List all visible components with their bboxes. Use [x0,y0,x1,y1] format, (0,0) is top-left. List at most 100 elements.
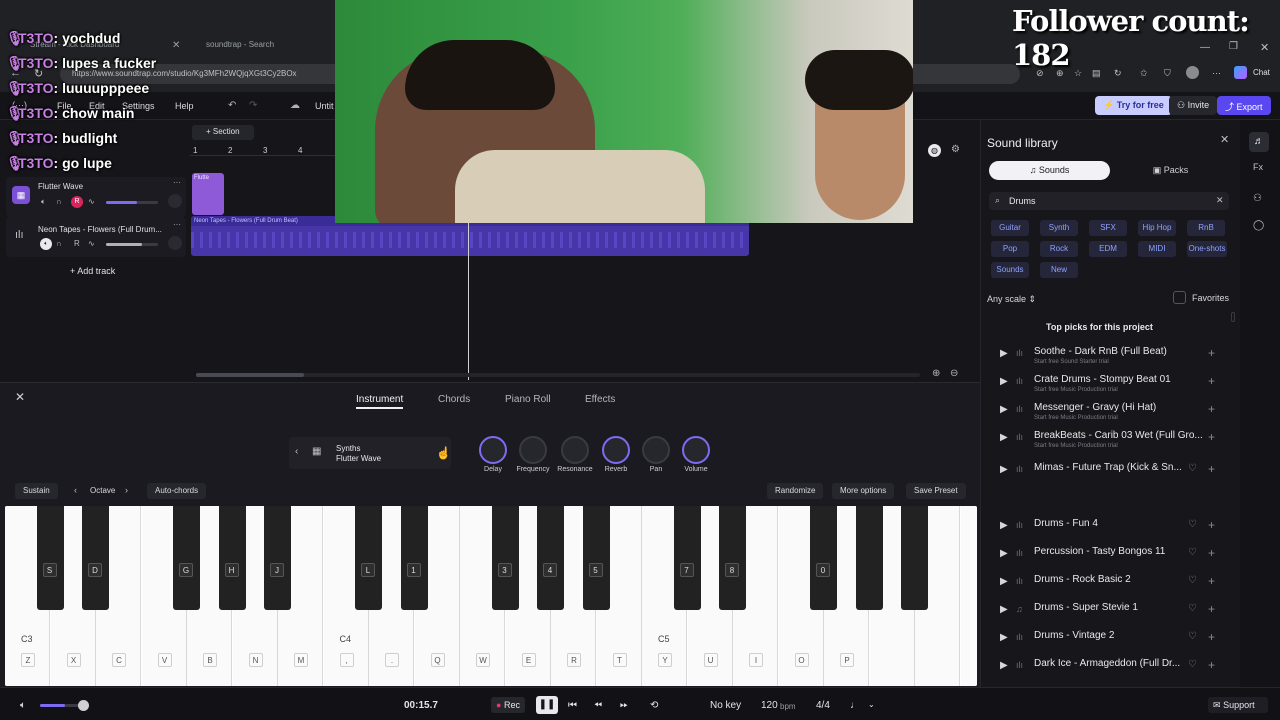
library-item[interactable]: ▶ ılı BreakBeats - Carib 03 Wet (Full Gro.… [995,429,1225,453]
track-settings-icon[interactable]: ⚙ [951,144,960,155]
chip-rock[interactable]: Rock [1040,241,1078,257]
chip-guitar[interactable]: Guitar [991,220,1029,236]
cloud-icon[interactable]: ☁ [290,100,300,111]
add-icon[interactable]: + [1208,630,1215,644]
undo-icon[interactable]: ↶ [228,100,236,111]
black-key[interactable]: G [173,506,200,610]
track-name[interactable]: Neon Tapes - Flowers (Full Drum... [38,225,162,234]
add-icon[interactable]: + [1208,430,1215,444]
tab-packs[interactable]: ▣ Packs [1110,161,1231,180]
master-volume-handle[interactable] [78,700,89,711]
menu-help[interactable]: Help [175,101,194,111]
black-key[interactable]: 3 [491,506,519,610]
time-signature[interactable]: 4/4 [816,700,830,711]
black-key[interactable]: D [82,506,109,610]
close-library-icon[interactable]: ✕ [1220,133,1229,146]
track-header-neon-tapes[interactable] [6,217,186,257]
heart-icon[interactable]: ♡ [1188,575,1197,586]
chip-edm[interactable]: EDM [1089,241,1127,257]
project-title[interactable]: Untit [315,101,334,111]
library-item[interactable]: ▶ ılı Dark Ice - Armageddon (Full Dr... ♡ + [995,657,1225,681]
zoom-in-icon[interactable]: ⊕ [932,368,940,379]
chevron-down-icon[interactable]: ⌄ [868,700,875,709]
piano-keyboard[interactable]: Z X C V B N M,. Q W E R T Y U I O P C3 C4 C5 S D G H J L 1 3 4 5 7 8 0 [5,506,977,686]
black-key[interactable] [901,506,928,610]
play-icon[interactable]: ▶ [1000,632,1008,643]
add-icon[interactable]: + [1208,602,1215,616]
chip-hiphop[interactable]: Hip Hop [1138,220,1176,236]
play-icon[interactable]: ▶ [1000,376,1008,387]
black-key[interactable]: 4 [537,506,564,610]
chip-pop[interactable]: Pop [991,241,1029,257]
sound-library-icon[interactable]: ♬ [1249,132,1269,152]
add-icon[interactable]: + [1208,346,1215,360]
save-preset-button[interactable]: Save Preset [906,483,966,499]
tab-chords[interactable]: Chords [438,394,470,405]
track-name[interactable]: Flutter Wave [38,182,83,191]
play-icon[interactable]: ▶ [1000,520,1008,531]
black-key[interactable]: 7 [673,506,701,610]
chip-midi[interactable]: MIDI [1138,241,1176,257]
library-item[interactable]: ▶ ılı Drums - Rock Basic 2 ♡ + [995,573,1225,597]
preset-selector[interactable]: ‹ ▦ Synths Flutter Wave [289,437,451,469]
octave-down-icon[interactable]: ‹ [74,485,77,495]
resonance-knob[interactable] [561,436,589,464]
black-key[interactable]: 1 [400,506,428,610]
automation-icon[interactable]: ∿ [88,239,95,248]
mute-icon[interactable]: 🔈︎ [40,238,52,250]
library-item[interactable]: ▶ ılı Messenger - Gravy (Hi Hat) Start free… [995,401,1225,425]
add-icon[interactable]: + [1208,546,1215,560]
add-icon[interactable]: + [1208,518,1215,532]
play-icon[interactable]: ▶ [1000,576,1008,587]
tab-effects[interactable]: Effects [585,394,615,405]
octave-up-icon[interactable]: › [125,485,128,495]
black-key[interactable]: 8 [719,506,746,610]
headphones-icon[interactable]: ∩ [56,197,62,206]
favorites-checkbox[interactable] [1173,291,1186,304]
redo-icon[interactable]: ↷ [249,100,257,111]
comments-icon[interactable]: ◯ [1253,220,1264,231]
heart-icon[interactable]: ♡ [1188,603,1197,614]
tab-piano-roll[interactable]: Piano Roll [505,394,551,405]
fast-forward-icon[interactable]: ⏩︎ [620,700,628,711]
black-key[interactable]: 5 [582,506,610,610]
headphones-icon[interactable]: ∩ [56,239,62,248]
black-key[interactable]: 0 [810,506,837,610]
sustain-button[interactable]: Sustain [15,483,58,499]
play-icon[interactable]: ▶ [1000,604,1008,615]
library-scrollbar[interactable] [1231,312,1235,322]
skip-to-start-icon[interactable]: ⏮︎ [568,700,577,711]
more-options-button[interactable]: More options [832,483,895,499]
library-item[interactable]: ▶ ♫ Drums - Super Stevie 1 ♡ + [995,601,1225,625]
scale-select[interactable]: Any scale ⇕ [987,294,1036,305]
track-header-flutter-wave[interactable] [6,177,186,217]
chip-rnb[interactable]: RnB [1187,220,1225,236]
chip-synth[interactable]: Synth [1040,220,1078,236]
tab-sounds[interactable]: ♫ Sounds [989,161,1110,180]
black-key[interactable]: J [264,506,291,610]
play-icon[interactable]: ▶ [1000,660,1008,671]
play-icon[interactable]: ▶ [1000,404,1008,415]
automation-icon[interactable]: ∿ [88,197,95,206]
loop-icon[interactable]: ⟲ [650,700,658,711]
library-item[interactable]: ▶ ılı Drums - Vintage 2 ♡ + [995,629,1225,653]
black-key[interactable] [855,506,883,610]
search-input[interactable]: ⌕ Drums ✕ [989,192,1229,210]
add-icon[interactable]: + [1208,574,1215,588]
mute-icon[interactable]: 🔈︎ [41,197,46,207]
heart-icon[interactable]: ♡ [1188,631,1197,642]
library-item[interactable]: ▶ ılı Crate Drums - Stompy Beat 01 Start fr… [995,373,1225,397]
close-panel-icon[interactable]: ✕ [15,390,25,404]
add-icon[interactable]: + [1208,462,1215,476]
play-icon[interactable]: ▶ [1000,464,1008,475]
invite-button[interactable]: ⚇ Invite [1169,96,1218,115]
pan-knob[interactable] [642,436,670,464]
midi-clip[interactable]: Flutte [192,173,224,215]
volume-knob[interactable] [682,436,710,464]
metronome-icon[interactable]: ◍ [928,144,941,157]
library-item[interactable]: ▶ ılı Mimas - Future Trap (Kick & Sn... ♡ + [995,461,1225,485]
black-key[interactable]: S [36,506,64,610]
add-icon[interactable]: + [1208,658,1215,672]
track-volume-slider[interactable] [106,201,158,204]
delay-knob[interactable] [479,436,507,464]
